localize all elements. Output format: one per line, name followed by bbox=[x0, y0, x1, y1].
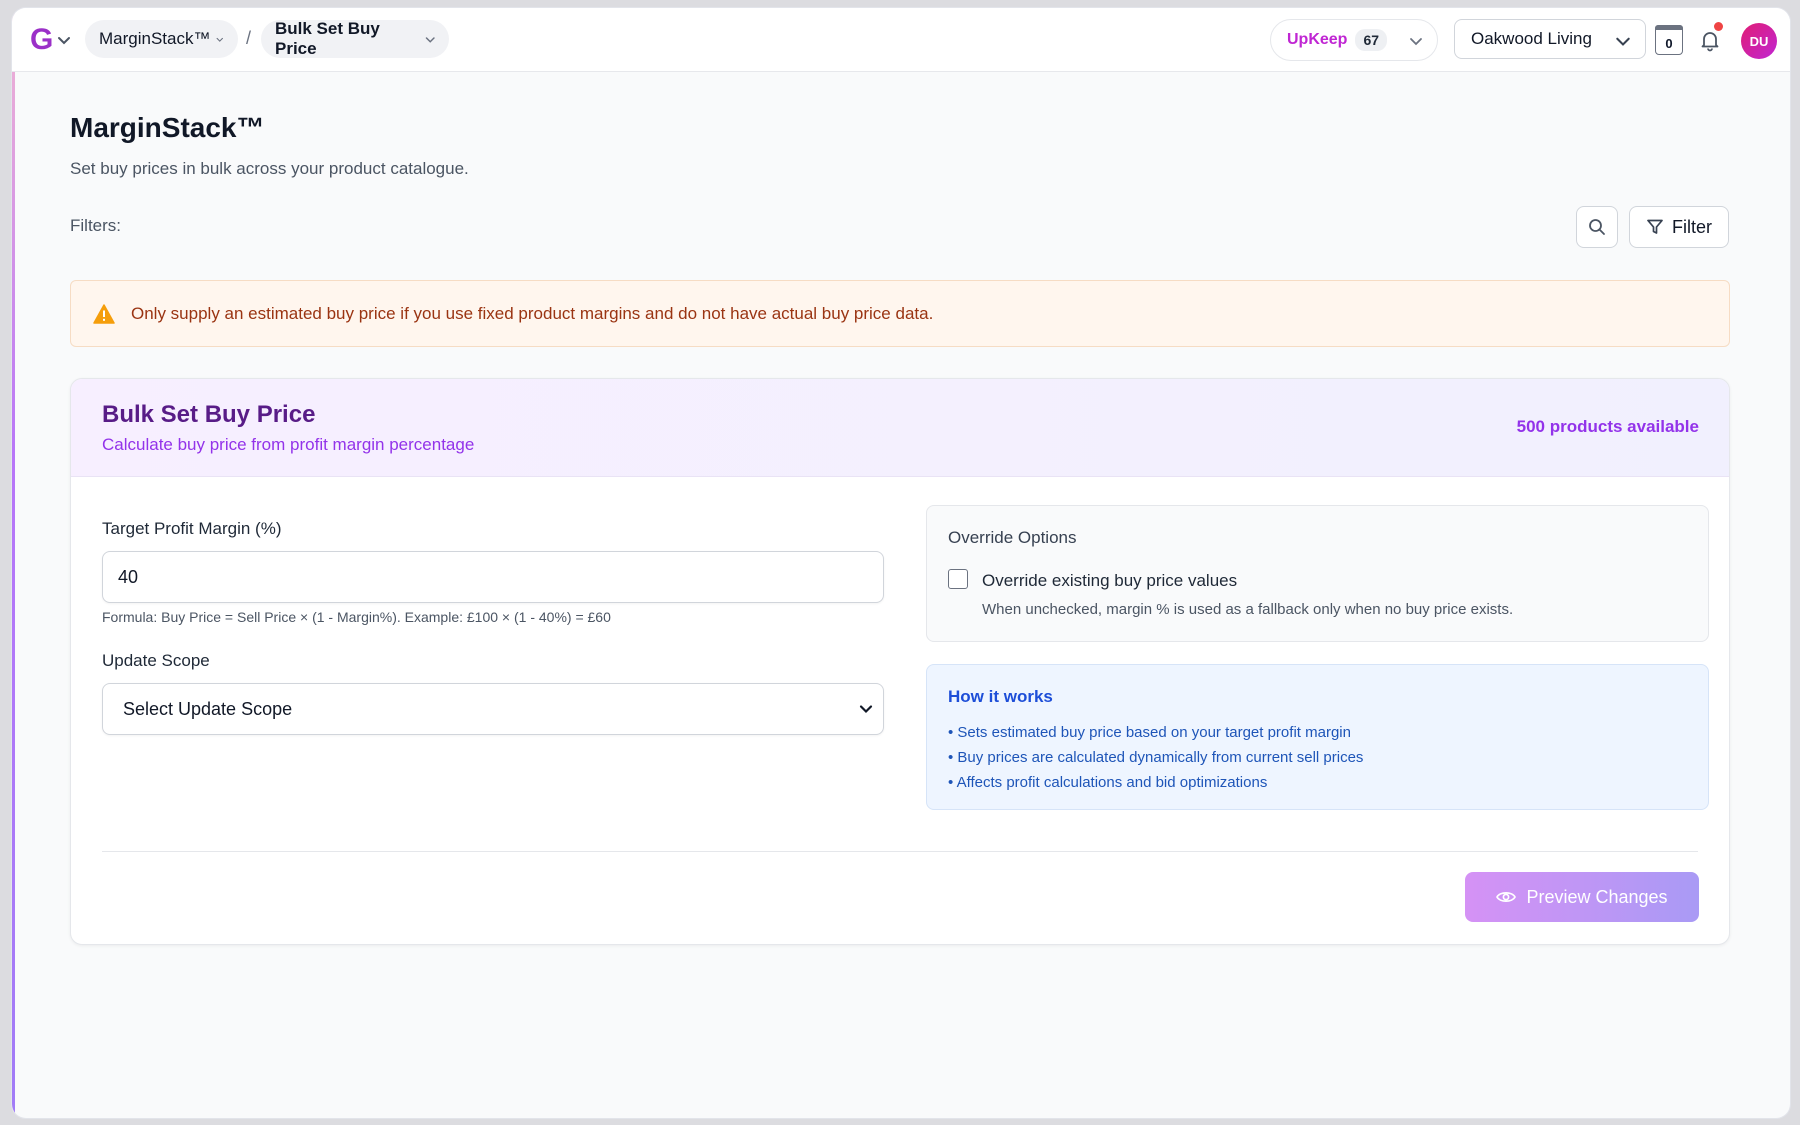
chevron-down-icon bbox=[1410, 38, 1422, 46]
app-window: G MarginStack™ / Bulk Set Buy Price UpKe… bbox=[12, 8, 1790, 1118]
page-subtitle: Set buy prices in bulk across your produ… bbox=[70, 159, 469, 178]
eye-icon bbox=[1496, 892, 1517, 902]
bell-icon[interactable] bbox=[1698, 28, 1722, 52]
filter-icon bbox=[1647, 219, 1663, 234]
page-title: MarginStack™ bbox=[70, 112, 265, 143]
chevron-down-icon bbox=[425, 36, 435, 43]
margin-input[interactable]: 40 bbox=[102, 551, 884, 603]
app-logo-menu[interactable]: G bbox=[30, 24, 78, 56]
chevron-down-icon bbox=[859, 705, 873, 714]
upkeep-label: UpKeep bbox=[1287, 31, 1348, 48]
products-available: 500 products available bbox=[1516, 417, 1699, 436]
chevron-down-icon bbox=[1616, 37, 1630, 46]
app-logo: G bbox=[30, 23, 54, 56]
chevron-down-icon bbox=[217, 37, 224, 42]
warning-alert-text: Only supply an estimated buy price if yo… bbox=[131, 303, 934, 323]
warning-alert: Only supply an estimated buy price if yo… bbox=[70, 280, 1730, 347]
list-item: • Affects profit calculations and bid op… bbox=[948, 774, 1268, 791]
override-note: When unchecked, margin % is used as a fa… bbox=[982, 601, 1514, 618]
notification-dot bbox=[1714, 22, 1723, 31]
search-button[interactable] bbox=[1576, 206, 1618, 248]
chevron-down-icon bbox=[58, 37, 71, 45]
filter-button[interactable]: Filter bbox=[1629, 206, 1729, 248]
override-checkbox[interactable] bbox=[948, 569, 968, 589]
override-title: Override Options bbox=[948, 528, 1077, 547]
scope-select[interactable]: Select Update Scope bbox=[102, 683, 884, 735]
page-switcher[interactable]: Bulk Set Buy Price bbox=[261, 19, 449, 58]
card-subtitle: Calculate buy price from profit margin p… bbox=[102, 435, 475, 454]
scope-label: Update Scope bbox=[102, 651, 210, 670]
warning-icon bbox=[93, 303, 115, 324]
scope-select-value: Select Update Scope bbox=[123, 698, 293, 719]
search-icon bbox=[1589, 219, 1605, 235]
page-switcher-label: Bulk Set Buy Price bbox=[275, 19, 380, 58]
upkeep-count-badge: 67 bbox=[1355, 29, 1388, 51]
override-checkbox-label[interactable]: Override existing buy price values bbox=[982, 571, 1237, 591]
margin-label: Target Profit Margin (%) bbox=[102, 519, 282, 538]
app-switcher-label: MarginStack™ bbox=[99, 29, 211, 48]
breadcrumb-separator: / bbox=[246, 28, 252, 48]
override-options-panel: Override Options Override existing buy p… bbox=[926, 505, 1709, 642]
formula-hint: Formula: Buy Price = Sell Price × (1 - M… bbox=[102, 609, 611, 625]
divider bbox=[102, 851, 1698, 852]
filter-button-label: Filter bbox=[1672, 216, 1712, 237]
card-header: Bulk Set Buy Price Calculate buy price f… bbox=[71, 379, 1729, 477]
card-title: Bulk Set Buy Price bbox=[102, 401, 316, 428]
how-it-works-panel: How it works • Sets estimated buy price … bbox=[926, 664, 1709, 810]
list-item: • Buy prices are calculated dynamically … bbox=[948, 749, 1364, 766]
list-item: • Sets estimated buy price based on your… bbox=[948, 724, 1351, 741]
preview-changes-button[interactable]: Preview Changes bbox=[1465, 872, 1699, 922]
upkeep-menu[interactable]: UpKeep 67 bbox=[1270, 19, 1438, 61]
how-it-works-list: • Sets estimated buy price based on your… bbox=[948, 720, 1363, 795]
store-selector-label: Oakwood Living bbox=[1471, 29, 1592, 48]
avatar[interactable]: DU bbox=[1741, 23, 1777, 59]
calendar-counter[interactable]: 0 bbox=[1655, 25, 1683, 55]
store-selector[interactable]: Oakwood Living bbox=[1454, 19, 1646, 59]
top-bar: G MarginStack™ / Bulk Set Buy Price UpKe… bbox=[12, 8, 1790, 72]
bulk-set-card: Bulk Set Buy Price Calculate buy price f… bbox=[70, 378, 1730, 945]
app-switcher[interactable]: MarginStack™ bbox=[85, 20, 238, 58]
preview-changes-label: Preview Changes bbox=[1526, 886, 1668, 907]
filters-label: Filters: bbox=[70, 216, 121, 235]
how-it-works-title: How it works bbox=[948, 687, 1053, 706]
